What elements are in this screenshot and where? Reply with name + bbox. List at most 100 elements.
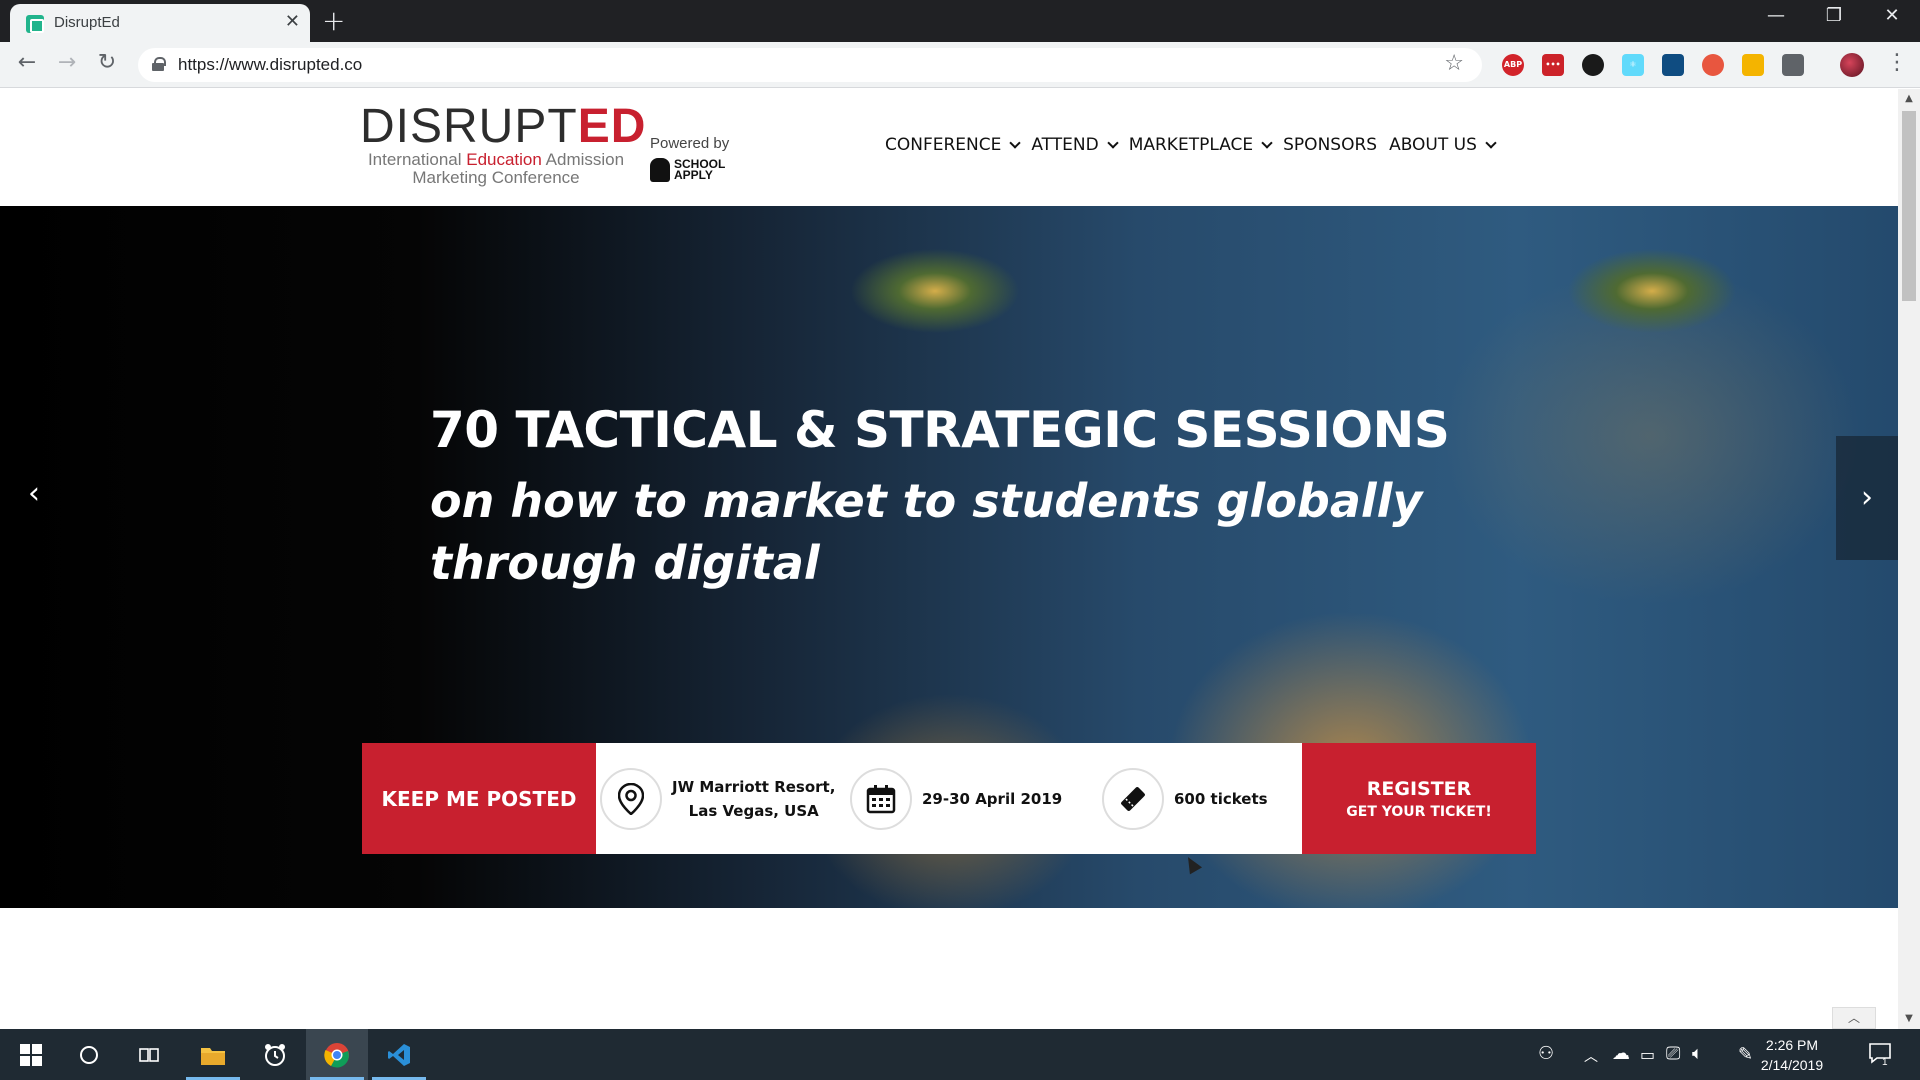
keep-me-posted-button[interactable]: KEEP ME POSTED: [362, 743, 596, 854]
alarm-app-icon[interactable]: [244, 1029, 306, 1080]
school-apply-icon: [650, 158, 670, 182]
logo-word-dark: DISRUPT: [360, 100, 578, 153]
date-info: 29-30 April 2019: [850, 743, 1062, 854]
file-explorer-icon[interactable]: [182, 1029, 244, 1080]
register-label: REGISTER: [1366, 777, 1472, 800]
nav-item-label: CONFERENCE: [885, 135, 1002, 155]
scroll-up-arrow-icon[interactable]: ▲: [1898, 93, 1920, 104]
hero-title: 70 TACTICAL & STRATEGIC SESSIONS: [430, 401, 1450, 459]
lastpass-icon[interactable]: •••: [1542, 54, 1564, 76]
nav-item-marketplace[interactable]: MARKETPLACE: [1128, 135, 1273, 155]
date-text: 29-30 April 2019: [922, 789, 1063, 808]
browser-titlebar: DisruptEd ✕ + — ❐ ✕: [0, 0, 1920, 42]
windows-taskbar: ⚇ ︿ ☁ ▭ ⎚ 🔈︎ ✎ 2:26 PM 2/14/2019 1: [0, 1029, 1920, 1080]
powered-by: Powered by SCHOOL APPLY: [650, 135, 729, 182]
logo-word-red: ED: [577, 100, 647, 153]
scrollbar-thumb[interactable]: [1902, 111, 1916, 301]
map-pin-icon: [600, 767, 662, 830]
close-window-button[interactable]: ✕: [1872, 5, 1912, 26]
page-viewport: DISRUPTED International Education Admiss…: [0, 89, 1898, 1029]
clock-time: 2:26 PM: [1765, 1037, 1819, 1053]
browser-toolbar: ← → ↻ https://www.disrupted.co ☆ ABP ••• ⚛…: [0, 42, 1920, 88]
logo-sub-education: Education: [466, 150, 542, 169]
browser-tab[interactable]: DisruptEd ✕: [10, 4, 310, 42]
taskbar-clock[interactable]: 2:26 PM 2/14/2019: [1752, 1035, 1832, 1075]
location-line1: JW Marriott Resort,: [672, 777, 836, 796]
tab-close-icon[interactable]: ✕: [285, 11, 300, 32]
logo-sub-part: Admission: [541, 150, 625, 169]
site-header: DISRUPTED International Education Admiss…: [0, 89, 1898, 206]
slider-next-arrow-icon[interactable]: ›: [1836, 436, 1898, 560]
cortana-search-icon[interactable]: [58, 1029, 120, 1080]
circle-extension-icon[interactable]: [1582, 54, 1604, 76]
chrome-taskbar-icon[interactable]: [306, 1029, 368, 1080]
event-details: JW Marriott Resort, Las Vegas, USA 29-30…: [596, 743, 1302, 854]
new-tab-button[interactable]: +: [322, 5, 345, 37]
chevron-down-icon: [1107, 136, 1119, 149]
nav-item-label: ABOUT US: [1389, 135, 1477, 155]
start-button[interactable]: [0, 1029, 62, 1080]
powered-by-label: Powered by: [650, 135, 730, 152]
back-button[interactable]: ←: [12, 50, 42, 75]
show-hidden-icons-icon[interactable]: ︿: [1584, 1046, 1598, 1066]
address-bar[interactable]: https://www.disrupted.co ☆: [138, 48, 1482, 82]
tickets-info: 600 tickets: [1102, 743, 1268, 854]
school-apply-text: SCHOOL APPLY: [674, 158, 725, 182]
school-apply-line2: APPLY: [674, 168, 713, 182]
url-text[interactable]: https://www.disrupted.co: [178, 55, 362, 75]
bookmark-star-icon[interactable]: ☆: [1444, 51, 1464, 76]
tickets-text: 600 tickets: [1174, 789, 1268, 808]
nav-item-attend[interactable]: ATTEND: [1031, 135, 1119, 155]
restore-button[interactable]: ❐: [1814, 5, 1854, 26]
logo-sub-line2: Marketing Conference: [412, 168, 580, 187]
school-apply-logo[interactable]: SCHOOL APPLY: [650, 158, 729, 182]
lock-icon: [152, 57, 166, 71]
onedrive-icon[interactable]: ☁: [1612, 1043, 1630, 1064]
calendar-icon: [850, 767, 912, 830]
tab-title: DisruptEd: [54, 14, 120, 31]
ticket-icon: [1102, 767, 1164, 830]
grid-extension-icon[interactable]: [1662, 54, 1684, 76]
location-line2: Las Vegas, USA: [688, 801, 819, 820]
page-scrollbar[interactable]: ▲ ▼: [1898, 89, 1920, 1029]
chevron-down-icon: [1485, 136, 1497, 149]
vscode-taskbar-icon[interactable]: [368, 1029, 430, 1080]
nav-item-sponsors[interactable]: SPONSORS: [1283, 135, 1377, 155]
register-sublabel: GET YOUR TICKET!: [1346, 803, 1492, 820]
pen-ink-icon[interactable]: ✎: [1738, 1044, 1753, 1065]
nav-item-about-us[interactable]: ABOUT US: [1389, 135, 1497, 155]
people-icon[interactable]: ⚇: [1538, 1043, 1554, 1064]
browser-menu-icon[interactable]: ⋮: [1886, 50, 1908, 75]
adblock-plus-icon[interactable]: ABP: [1502, 54, 1524, 76]
wand-extension-icon[interactable]: [1742, 54, 1764, 76]
swirl-extension-icon[interactable]: [1782, 54, 1804, 76]
location-info: JW Marriott Resort, Las Vegas, USA: [600, 743, 835, 854]
battery-icon[interactable]: ▭: [1640, 1045, 1655, 1064]
site-favicon-icon: [26, 15, 44, 33]
nav-item-conference[interactable]: CONFERENCE: [885, 135, 1022, 155]
reload-button[interactable]: ↻: [92, 50, 122, 75]
network-icon[interactable]: ⎚: [1666, 1043, 1680, 1064]
volume-icon[interactable]: 🔈︎: [1692, 1043, 1703, 1064]
forward-button[interactable]: →: [52, 50, 82, 75]
disrupted-logo[interactable]: DISRUPTED International Education Admiss…: [360, 103, 660, 187]
windows-logo-icon: [20, 1043, 42, 1066]
scroll-to-top-button[interactable]: ︿: [1832, 1007, 1876, 1029]
nav-item-label: ATTEND: [1031, 135, 1099, 155]
logo-sub-part: International: [367, 150, 467, 169]
task-view-icon[interactable]: [118, 1029, 180, 1080]
slider-prev-arrow-icon[interactable]: ‹: [14, 476, 54, 511]
nav-item-label: MARKETPLACE: [1128, 135, 1254, 155]
action-center-icon[interactable]: 1: [1868, 1041, 1894, 1072]
profile-avatar[interactable]: [1840, 53, 1864, 77]
react-devtools-icon[interactable]: ⚛: [1622, 54, 1644, 76]
scroll-down-arrow-icon[interactable]: ▼: [1898, 1013, 1920, 1024]
register-button[interactable]: REGISTER GET YOUR TICKET!: [1302, 743, 1536, 854]
minimize-button[interactable]: —: [1756, 5, 1796, 26]
hero-subtitle: on how to market to students globally th…: [430, 470, 1480, 594]
color-picker-icon[interactable]: [1702, 54, 1724, 76]
chevron-down-icon: [1261, 136, 1273, 149]
notification-count: 1: [1882, 1057, 1888, 1067]
hero-subtitle-line2: through digital: [430, 536, 820, 590]
hero-subtitle-line1: on how to market to students globally: [430, 474, 1423, 528]
